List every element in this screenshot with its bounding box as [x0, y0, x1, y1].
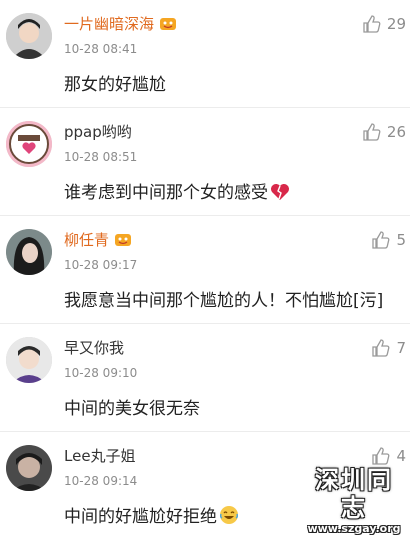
like-button[interactable]: 4 [371, 446, 406, 466]
thumbs-up-icon [372, 447, 390, 465]
watermark-url: www.szgay.org [307, 522, 401, 535]
like-button[interactable]: 26 [362, 122, 406, 142]
like-button[interactable]: 5 [371, 230, 406, 250]
comment-item: 早又你我 10-28 09:10 中间的美女很无奈 7 [0, 324, 410, 432]
female-avatar[interactable] [6, 229, 52, 275]
like-button[interactable]: 7 [371, 338, 406, 358]
like-count: 26 [386, 123, 406, 141]
username[interactable]: Lee丸子姐 [64, 446, 136, 466]
like-count: 7 [396, 339, 406, 357]
boy-avatar[interactable] [6, 337, 52, 383]
kimi-avatar[interactable] [6, 121, 52, 167]
comment-text: 中间的好尴尬好拒绝 [64, 502, 239, 527]
broken-heart-icon [271, 184, 289, 200]
comment-time: 10-28 08:41 [64, 42, 138, 56]
comment-text: 我愿意当中间那个尴尬的人！不怕尴尬[污] [64, 291, 384, 311]
laughing-emoji-icon [219, 506, 239, 524]
like-count: 5 [396, 231, 406, 249]
thumbs-up-icon [363, 123, 381, 141]
comment-text: 中间的美女很无奈 [64, 399, 200, 419]
vip-crown-icon [115, 234, 132, 246]
username[interactable]: 一片幽暗深海 [64, 14, 177, 34]
thumbs-up-icon [363, 15, 381, 33]
username[interactable]: 柳任青 [64, 230, 132, 250]
comment-item: 一片幽暗深海 10-28 08:41 那女的好尴尬 29 [0, 0, 410, 108]
thumbs-up-icon [372, 339, 390, 357]
like-count: 4 [396, 447, 406, 465]
like-count: 29 [386, 15, 406, 33]
thumbs-up-icon [372, 231, 390, 249]
dark-avatar[interactable] [6, 445, 52, 491]
comment-time: 10-28 09:14 [64, 474, 138, 488]
male-avatar[interactable] [6, 13, 52, 59]
comment-time: 10-28 09:17 [64, 258, 138, 272]
watermark-title: 深圳同志 [315, 466, 393, 522]
username[interactable]: ppap哟哟 [64, 122, 132, 142]
comment-time: 10-28 09:10 [64, 366, 138, 380]
comment-item: 柳任青 10-28 09:17 我愿意当中间那个尴尬的人！不怕尴尬[污] 5 [0, 216, 410, 324]
vip-crown-icon [160, 18, 177, 30]
like-button[interactable]: 29 [362, 14, 406, 34]
comment-text: 谁考虑到中间那个女的感受 [64, 178, 290, 203]
username[interactable]: 早又你我 [64, 338, 124, 358]
comment-text: 那女的好尴尬 [64, 75, 166, 95]
comment-item: ppap哟哟 10-28 08:51 谁考虑到中间那个女的感受 26 [0, 108, 410, 216]
comment-time: 10-28 08:51 [64, 150, 138, 164]
site-watermark: 深圳同志 www.szgay.org [304, 466, 404, 535]
